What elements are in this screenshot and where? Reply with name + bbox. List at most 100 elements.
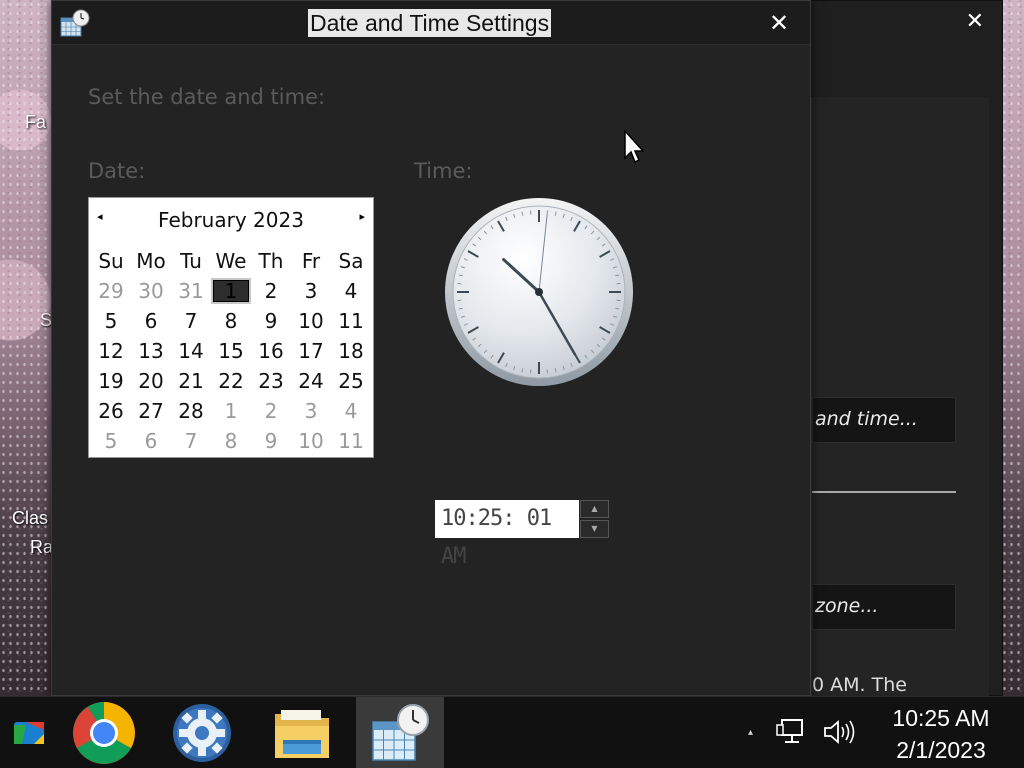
calendar-clock-icon (60, 9, 90, 37)
desktop-icon-label[interactable]: Ra (30, 537, 53, 558)
heading: Set the date and time: (88, 85, 326, 109)
calendar-day[interactable]: 10 (291, 306, 331, 336)
calendar-day[interactable]: 25 (331, 366, 371, 396)
weekday-label: We (215, 249, 247, 273)
calendar-header: February 2023 ◂ ▸ (89, 208, 373, 236)
calendar-week-row: 5 6 7 8 9 10 11 (91, 426, 373, 456)
app-icon (14, 722, 44, 744)
date-time-icon (372, 704, 429, 761)
desktop-icon-label[interactable]: Fa (25, 112, 46, 133)
taskbar-app-button[interactable] (0, 697, 58, 768)
calendar-day[interactable]: 2 (251, 276, 291, 306)
calendar-day[interactable]: 8 (211, 306, 251, 336)
calendar-day[interactable]: 6 (131, 306, 171, 336)
calendar-day[interactable]: 6 (131, 426, 171, 456)
calendar-day[interactable]: 11 (331, 306, 371, 336)
calendar-day[interactable]: 9 (251, 306, 291, 336)
network-icon[interactable] (775, 717, 805, 747)
calendar-day[interactable]: 30 (131, 276, 171, 306)
calendar-day[interactable]: 23 (251, 366, 291, 396)
calendar-week-row: 19 20 21 22 23 24 25 (91, 366, 373, 396)
calendar: February 2023 ◂ ▸ Su Mo Tu We Th Fr Sa 2… (88, 197, 374, 458)
calendar-week-row: 12 13 14 15 16 17 18 (91, 336, 373, 366)
prev-month-button[interactable]: ◂ (97, 210, 103, 223)
calendar-day[interactable]: 26 (91, 396, 131, 426)
calendar-day[interactable]: 18 (331, 336, 371, 366)
divider (812, 491, 956, 493)
calendar-day[interactable]: 28 (171, 396, 211, 426)
calendar-day[interactable]: 20 (131, 366, 171, 396)
weekday-label: Mo (136, 249, 166, 273)
calendar-day[interactable]: 4 (331, 276, 371, 306)
calendar-day[interactable]: 3 (291, 396, 331, 426)
calendar-day[interactable]: 19 (91, 366, 131, 396)
chrome-icon (73, 702, 135, 764)
calendar-day[interactable]: 12 (91, 336, 131, 366)
calendar-day[interactable]: 10 (291, 426, 331, 456)
time-input[interactable]: 10:25: 01 AM (435, 500, 579, 569)
calendar-day[interactable]: 9 (251, 426, 291, 456)
date-time-settings-dialog: Date and Time Settings ✕ Set the date an… (51, 0, 811, 696)
calendar-day[interactable]: 24 (291, 366, 331, 396)
calendar-day[interactable]: 5 (91, 306, 131, 336)
calendar-week-row: 29 30 31 1 2 3 4 (91, 276, 373, 306)
taskbar-app-button-active[interactable] (356, 697, 444, 768)
calendar-month-title[interactable]: February 2023 (89, 208, 373, 232)
calendar-day[interactable]: 7 (171, 306, 211, 336)
calendar-day[interactable]: 3 (291, 276, 331, 306)
calendar-grid: Su Mo Tu We Th Fr Sa 29 30 31 1 2 3 4 5 … (91, 246, 373, 456)
calendar-day[interactable]: 14 (171, 336, 211, 366)
calendar-day[interactable]: 15 (211, 336, 251, 366)
calendar-day[interactable]: 16 (251, 336, 291, 366)
weekday-label: Fr (301, 249, 321, 273)
time-increment-button[interactable]: ▲ (580, 500, 609, 518)
desktop-icon-label[interactable]: Clas (12, 508, 48, 529)
info-text: 0 AM. The (812, 674, 907, 696)
dialog-title: Date and Time Settings (308, 9, 552, 37)
taskbar-app-button[interactable] (60, 697, 148, 768)
change-time-zone-button[interactable]: zone... (812, 584, 956, 630)
calendar-day[interactable]: 27 (131, 396, 171, 426)
calendar-day-selected[interactable]: 1 (211, 278, 251, 304)
button-label: zone... (815, 595, 879, 617)
calendar-day[interactable]: 11 (331, 426, 371, 456)
calendar-day[interactable]: 4 (331, 396, 371, 426)
weekday-label: Th (258, 249, 284, 273)
taskbar-app-button[interactable] (258, 697, 346, 768)
button-label: and time... (815, 408, 918, 430)
weekday-header-row: Su Mo Tu We Th Fr Sa (91, 246, 373, 276)
taskbar-app-button[interactable] (158, 697, 246, 768)
tray-expand-chevron-icon[interactable]: ▴ (748, 727, 753, 738)
calendar-day[interactable]: 8 (211, 426, 251, 456)
change-date-time-button[interactable]: and time... (812, 397, 956, 443)
time-decrement-button[interactable]: ▼ (580, 520, 609, 538)
date-label: Date: (88, 159, 146, 183)
time-label: Time: (414, 159, 473, 183)
calendar-day[interactable]: 22 (211, 366, 251, 396)
volume-icon[interactable] (822, 717, 856, 747)
clock-center (535, 288, 543, 296)
calendar-day[interactable]: 5 (91, 426, 131, 456)
calendar-day[interactable]: 31 (171, 276, 211, 306)
file-explorer-icon (275, 710, 329, 758)
next-month-button[interactable]: ▸ (359, 210, 365, 223)
calendar-day[interactable]: 21 (171, 366, 211, 396)
weekday-label: Tu (180, 249, 202, 273)
analog-clock (445, 198, 633, 386)
calendar-day[interactable]: 29 (91, 276, 131, 306)
calendar-week-row: 26 27 28 1 2 3 4 (91, 396, 373, 426)
weekday-label: Su (98, 249, 124, 273)
title-bar[interactable]: Date and Time Settings ✕ (52, 1, 810, 45)
calendar-day[interactable]: 17 (291, 336, 331, 366)
calendar-day[interactable]: 1 (211, 396, 251, 426)
back-window-content: and time... zone... 0 AM. The (811, 97, 989, 697)
back-window-close-button[interactable]: ✕ (966, 9, 984, 34)
calendar-week-row: 5 6 7 8 9 10 11 (91, 306, 373, 336)
taskbar: ▴ 10:25 AM 2/1/2023 (0, 696, 1024, 768)
calendar-day[interactable]: 13 (131, 336, 171, 366)
calendar-day[interactable]: 2 (251, 396, 291, 426)
taskbar-clock-date[interactable]: 2/1/2023 (870, 737, 1012, 764)
close-button[interactable]: ✕ (766, 9, 792, 37)
calendar-day[interactable]: 7 (171, 426, 211, 456)
taskbar-clock-time[interactable]: 10:25 AM (870, 705, 1012, 732)
